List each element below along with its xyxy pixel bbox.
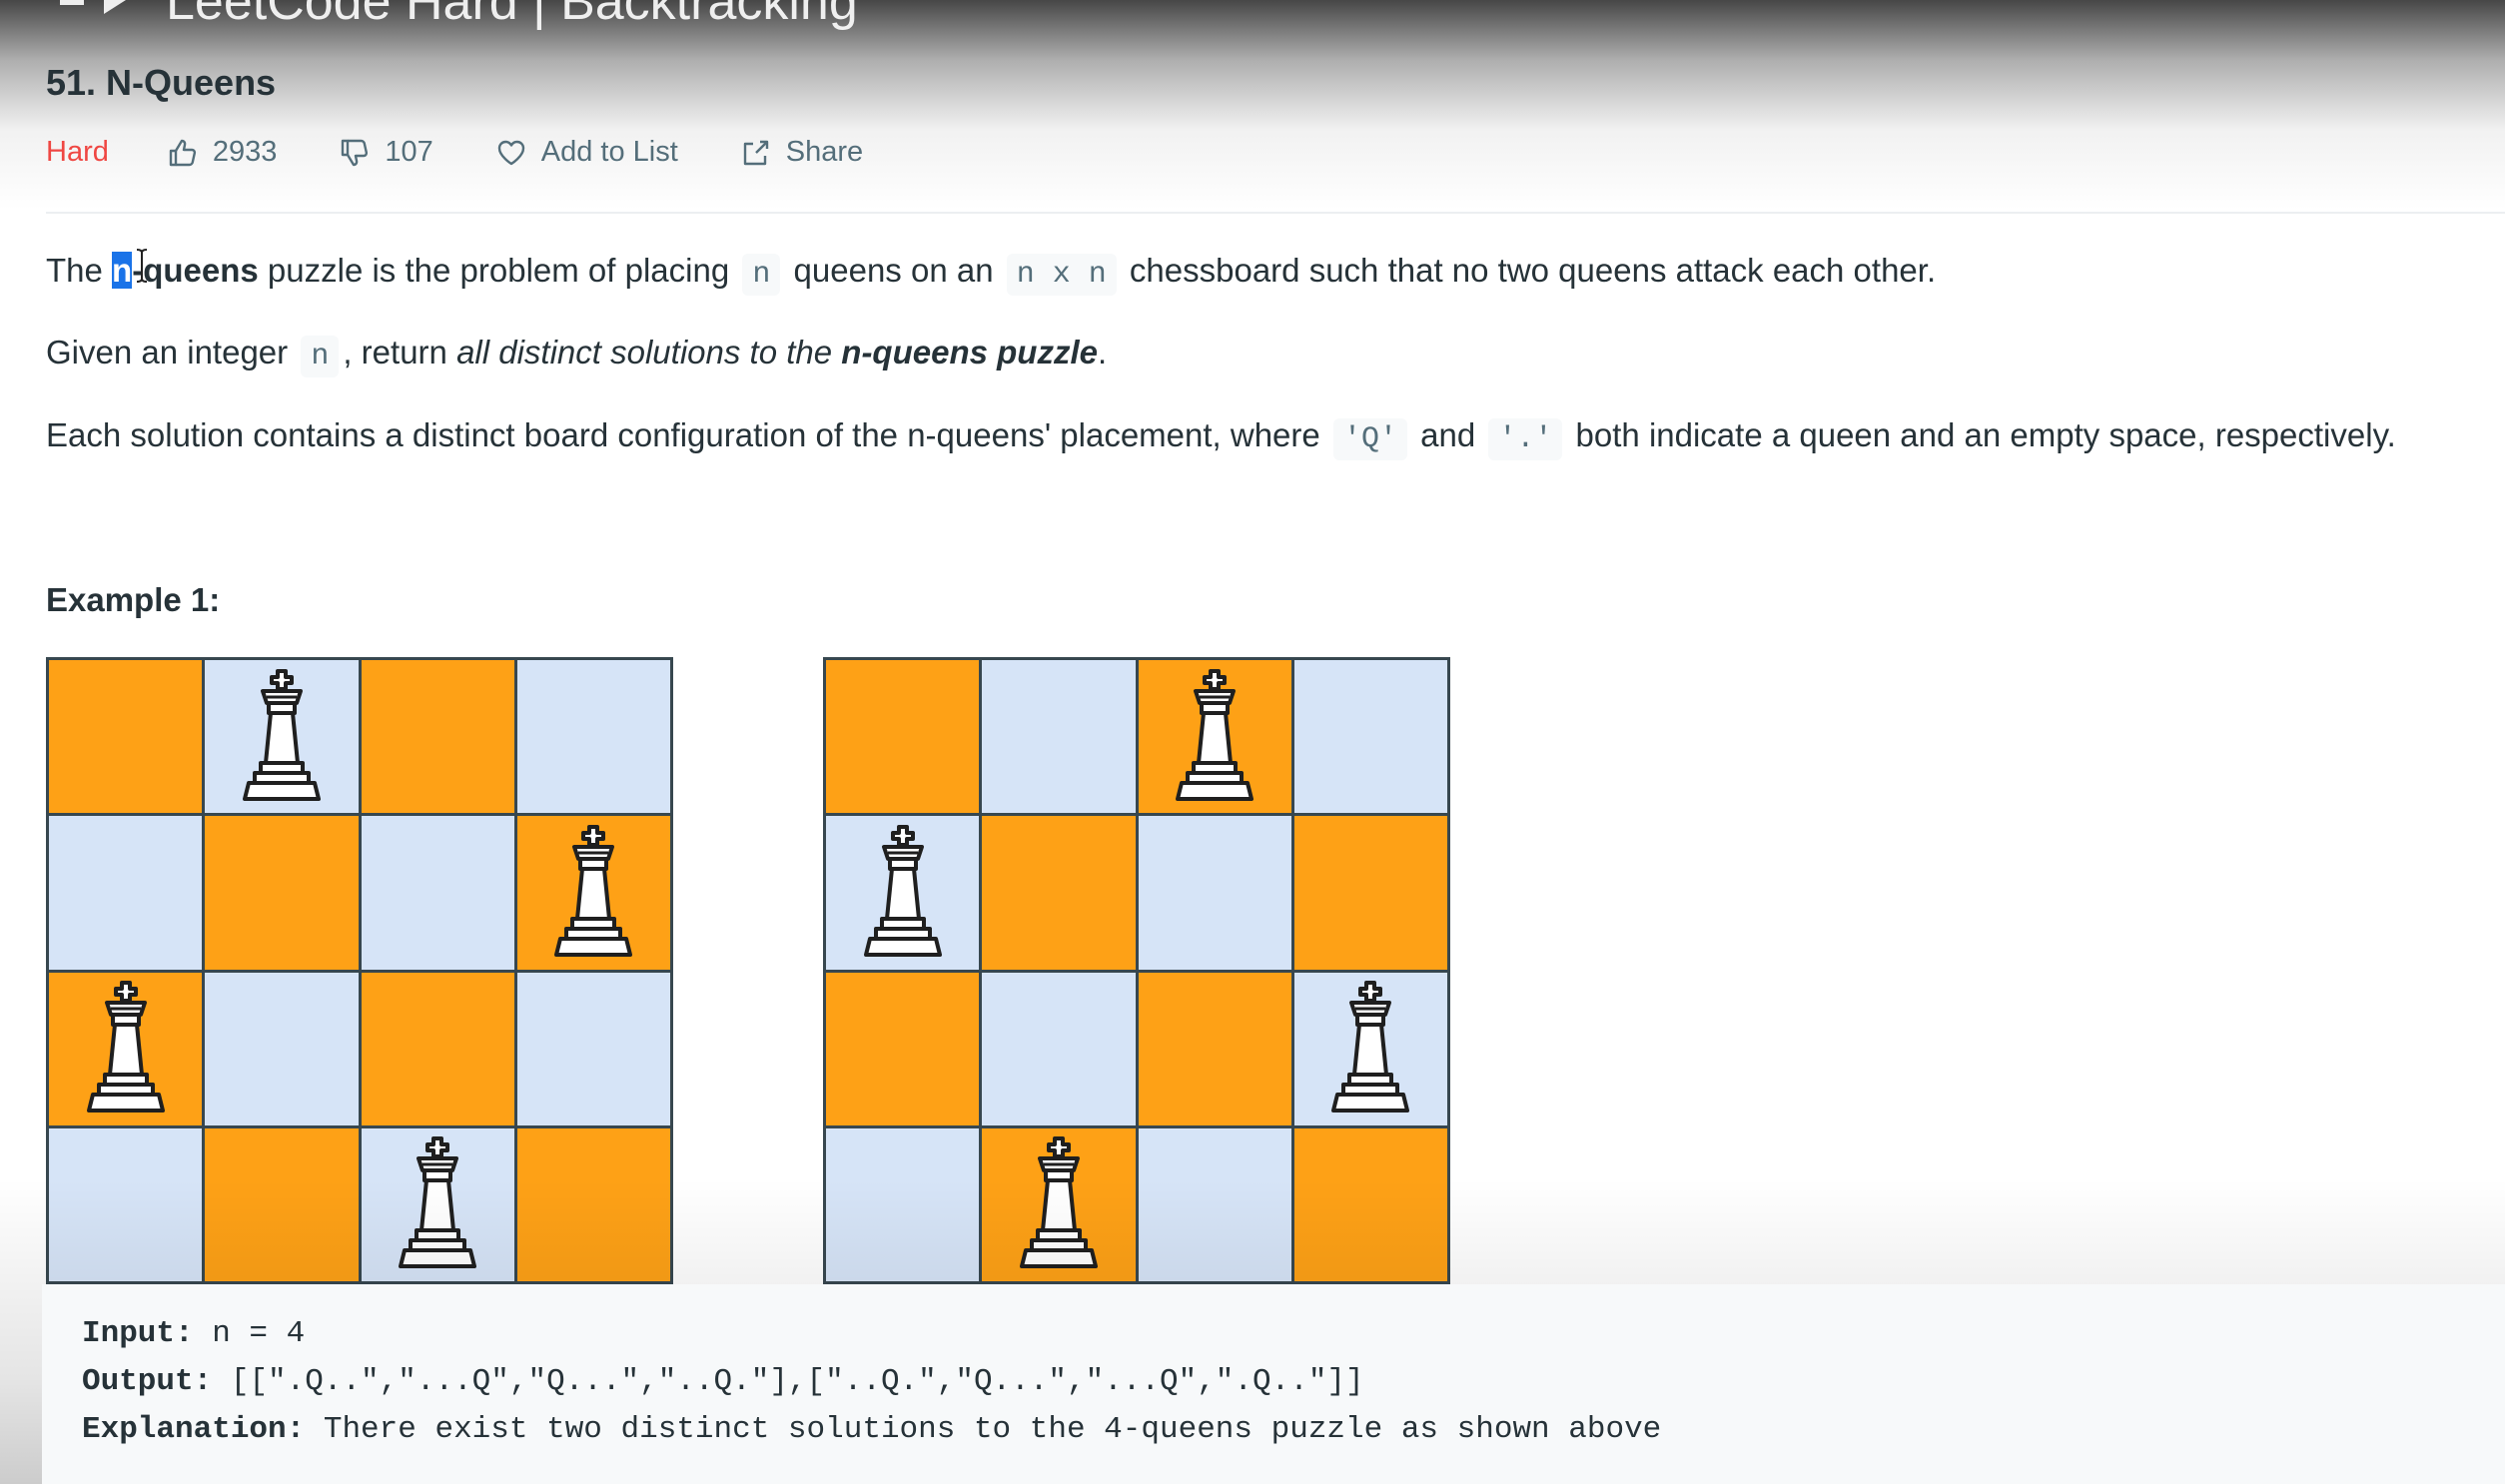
board-square <box>1138 972 1291 1125</box>
chessboard-solution-2 <box>823 657 1450 1284</box>
board-square <box>49 660 203 814</box>
desc-bold-italic: n-queens puzzle <box>841 334 1098 371</box>
board-square <box>205 972 359 1125</box>
inline-code: n <box>742 254 781 296</box>
board-square <box>516 816 670 970</box>
board-square <box>826 660 980 814</box>
like-count: 2933 <box>212 136 278 168</box>
board-square <box>1293 972 1447 1125</box>
board-square <box>1293 1127 1447 1281</box>
example-explanation-line: Explanation: There exist two distinct so… <box>82 1406 2505 1454</box>
board-square <box>1293 660 1447 814</box>
description-paragraph-2: Given an integer n, return all distinct … <box>46 334 1108 377</box>
board-square <box>1293 816 1447 970</box>
board-square <box>982 972 1136 1125</box>
output-value: [[".Q..","...Q","Q...","..Q."],["..Q.","… <box>212 1364 1364 1399</box>
board-square <box>205 816 359 970</box>
board-square <box>982 660 1136 814</box>
board-square <box>361 972 514 1125</box>
input-label: Input: <box>82 1316 194 1351</box>
desc-italic: all distinct solutions to the <box>456 334 842 371</box>
queen-icon <box>242 668 321 801</box>
add-to-list-label: Add to List <box>540 136 678 168</box>
explanation-label: Explanation: <box>82 1412 306 1447</box>
desc-bold: -queens <box>132 252 259 289</box>
description-paragraph-1: The n-queens puzzle is the problem of pl… <box>46 252 1937 296</box>
queen-icon <box>1176 668 1254 801</box>
desc-text: both indicate a queen and an empty space… <box>1575 416 2396 453</box>
board-square <box>1138 1127 1291 1281</box>
difficulty-badge: Hard <box>46 136 109 168</box>
board-square <box>516 972 670 1125</box>
inline-code: n x n <box>1006 254 1117 296</box>
example-io-block: Input: n = 4 Output: [[".Q..","...Q","Q.… <box>42 1284 2505 1484</box>
selected-text: n <box>112 252 133 289</box>
queen-icon <box>399 1136 477 1269</box>
board-square <box>982 1127 1136 1281</box>
board-square <box>516 660 670 814</box>
board-square <box>361 660 514 814</box>
text-cursor-icon <box>136 249 148 283</box>
explanation-value: There exist two distinct solutions to th… <box>305 1412 1662 1447</box>
desc-text: Each solution contains a distinct board … <box>46 416 1320 453</box>
inline-code: '.' <box>1488 418 1563 460</box>
board-square <box>49 972 203 1125</box>
queen-icon <box>1019 1136 1098 1269</box>
desc-text: and <box>1420 416 1476 453</box>
desc-text: chessboard such that no two queens attac… <box>1129 252 1937 289</box>
playlist-icon[interactable] <box>60 0 130 22</box>
queen-icon <box>86 981 165 1113</box>
header-divider <box>46 212 2505 214</box>
board-square <box>205 660 359 814</box>
output-label: Output: <box>82 1364 213 1399</box>
board-square <box>1138 660 1291 814</box>
thumbs-up-icon <box>169 139 196 166</box>
description-paragraph-3: Each solution contains a distinct board … <box>46 416 2396 460</box>
board-square <box>49 1127 203 1281</box>
desc-text: queens on an <box>793 252 994 289</box>
board-square <box>982 816 1136 970</box>
board-square <box>516 1127 670 1281</box>
board-square <box>205 1127 359 1281</box>
share-label: Share <box>785 136 864 168</box>
like-button[interactable]: 2933 <box>167 136 278 169</box>
example-title: Example 1: <box>46 581 221 618</box>
board-square <box>361 1127 514 1281</box>
board-square <box>361 816 514 970</box>
video-title-bar: LeetCode Hard | Backtracking <box>60 0 858 32</box>
heart-icon <box>497 140 524 165</box>
video-title-text: LeetCode Hard | Backtracking <box>166 0 858 31</box>
dislike-count: 107 <box>385 136 433 168</box>
example-input-line: Input: n = 4 <box>82 1310 2505 1358</box>
input-value: n = 4 <box>193 1316 306 1351</box>
share-icon <box>743 140 768 165</box>
desc-text: The <box>46 252 103 289</box>
inline-code: n <box>301 336 340 377</box>
example-output-line: Output: [[".Q..","...Q","Q...","..Q."],[… <box>82 1358 2505 1406</box>
board-square <box>49 816 203 970</box>
queen-icon <box>554 824 633 957</box>
inline-code: 'Q' <box>1332 418 1407 460</box>
queen-icon <box>1331 981 1410 1113</box>
board-square <box>826 816 980 970</box>
queen-icon <box>863 824 942 957</box>
thumbs-down-icon <box>342 139 369 166</box>
desc-text: puzzle is the problem of placing <box>258 252 730 289</box>
desc-text: Given an integer <box>46 334 289 371</box>
share-button[interactable]: Share <box>740 136 863 169</box>
desc-text: , return <box>343 334 457 371</box>
problem-title: 51. N-Queens <box>46 62 277 103</box>
chessboard-solution-1 <box>46 657 673 1284</box>
board-square <box>1138 816 1291 970</box>
problem-meta-row: Hard 2933 107 Add to List Share <box>46 136 925 169</box>
desc-text: . <box>1097 334 1108 371</box>
board-square <box>826 1127 980 1281</box>
add-to-list-button[interactable]: Add to List <box>495 136 678 169</box>
dislike-button[interactable]: 107 <box>339 136 433 169</box>
board-square <box>826 972 980 1125</box>
